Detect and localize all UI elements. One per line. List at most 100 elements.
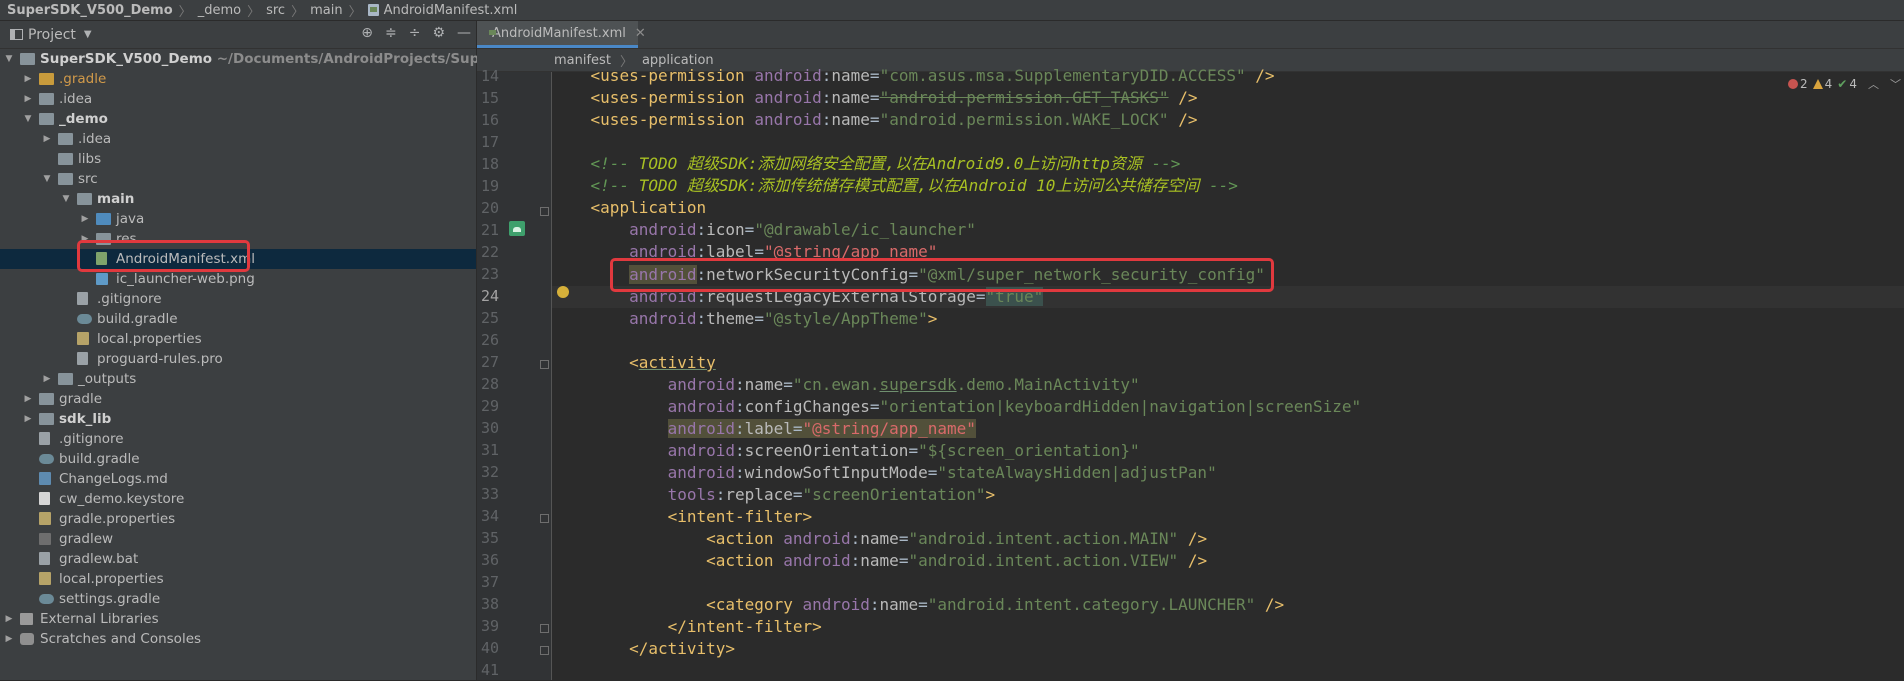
- tree-item[interactable]: build.gradle: [0, 309, 476, 329]
- warning-count[interactable]: 4: [1812, 77, 1832, 91]
- project-view-selector[interactable]: Project: [28, 27, 76, 43]
- chevron-right-icon[interactable]: ▶: [4, 609, 14, 629]
- lib-icon: [20, 613, 33, 625]
- line-number: 32: [480, 463, 499, 481]
- tree-item[interactable]: ic_launcher-web.png: [0, 269, 476, 289]
- tree-item[interactable]: gradlew: [0, 529, 476, 549]
- line-number: 40: [480, 639, 499, 657]
- line-number: 28: [480, 375, 499, 393]
- tree-item[interactable]: gradlew.bat: [0, 549, 476, 569]
- breadcrumb-item[interactable]: main: [310, 3, 342, 18]
- android-icon[interactable]: [509, 221, 525, 236]
- tree-item[interactable]: proguard-rules.pro: [0, 349, 476, 369]
- tree-item[interactable]: ▶ sdk_lib: [0, 409, 476, 429]
- code-line-36: <action android:name="android.intent.act…: [706, 551, 1208, 570]
- chevron-right-icon[interactable]: ▶: [80, 209, 90, 229]
- tree-item[interactable]: libs: [0, 149, 476, 169]
- tree-item[interactable]: settings.gradle: [0, 589, 476, 609]
- tree-item[interactable]: ▶ .idea: [0, 129, 476, 149]
- breadcrumb-item[interactable]: src: [266, 3, 285, 18]
- xml-attribute: icon: [706, 220, 745, 239]
- tree-item[interactable]: ▼ SuperSDK_V500_Demo ~/Documents/AndroidP…: [0, 49, 548, 69]
- code-line-27: <activity: [629, 353, 716, 372]
- chevron-right-icon[interactable]: ▶: [23, 69, 33, 89]
- xml-value: "stateAlwaysHidden|adjustPan": [937, 463, 1217, 482]
- tree-item[interactable]: ▶ .gradle: [0, 69, 476, 89]
- line-number: 39: [480, 617, 499, 635]
- line-number: 17: [480, 133, 499, 151]
- xml-value-segment: .demo.MainActivity": [956, 375, 1140, 394]
- tree-item[interactable]: cw_demo.keystore: [0, 489, 476, 509]
- chevron-right-icon[interactable]: ▶: [42, 129, 52, 149]
- chevron-right-icon[interactable]: ▶: [23, 89, 33, 109]
- tree-item[interactable]: local.properties: [0, 329, 476, 349]
- tree-item[interactable]: build.gradle: [0, 449, 476, 469]
- prop-icon: [39, 572, 51, 585]
- chevron-right-icon[interactable]: ▶: [23, 389, 33, 409]
- highlight-box: [77, 240, 250, 272]
- tree-item-label: .gitignore: [59, 431, 124, 447]
- weak-warning-count[interactable]: ✔ 4: [1837, 77, 1857, 91]
- xml-tag: uses-permission: [600, 88, 745, 107]
- chevron-down-icon[interactable]: ▼: [84, 29, 92, 40]
- tree-item[interactable]: ▼ src: [0, 169, 476, 189]
- line-number: 20: [480, 199, 499, 217]
- breadcrumb-item-file[interactable]: AndroidManifest.xml: [367, 3, 517, 18]
- prop-icon: [39, 512, 51, 525]
- file-icon: [39, 552, 50, 565]
- chevron-right-icon[interactable]: ▶: [23, 409, 33, 429]
- tree-item[interactable]: ▶ java: [0, 209, 476, 229]
- tree-item[interactable]: ▶ gradle: [0, 389, 476, 409]
- close-icon[interactable]: ✕: [635, 26, 646, 41]
- fold-icon[interactable]: [540, 624, 549, 633]
- fold-icon[interactable]: [540, 360, 549, 369]
- tree-item-label: java: [116, 211, 145, 227]
- tree-item-label: main: [97, 191, 135, 207]
- chevron-right-icon[interactable]: ▶: [4, 629, 14, 649]
- breadcrumb-item[interactable]: _demo: [198, 3, 241, 18]
- scratch-icon: [20, 633, 34, 645]
- chevron-down-icon[interactable]: ▼: [61, 189, 71, 209]
- hide-icon[interactable]: —: [457, 25, 471, 41]
- expand-all-icon[interactable]: ≑: [385, 25, 397, 41]
- tree-item-label: gradlew: [59, 531, 114, 547]
- tree-item[interactable]: .gitignore: [0, 429, 476, 449]
- fold-icon[interactable]: [540, 207, 549, 216]
- tree-item[interactable]: ChangeLogs.md: [0, 469, 476, 489]
- error-icon: [1788, 79, 1798, 89]
- tree-item[interactable]: local.properties: [0, 569, 476, 589]
- chevron-down-icon[interactable]: ▼: [23, 109, 33, 129]
- chevron-up-icon[interactable]: ︿: [1868, 76, 1879, 92]
- xml-namespace: android: [802, 595, 870, 614]
- xml-value: "@style/AppTheme": [763, 309, 928, 328]
- tree-item[interactable]: .gitignore: [0, 289, 476, 309]
- tree-item[interactable]: ▶ External Libraries: [0, 609, 476, 629]
- error-count[interactable]: 2: [1788, 77, 1808, 91]
- tree-item[interactable]: ▶ Scratches and Consoles: [0, 629, 476, 649]
- chevron-down-icon[interactable]: ▼: [4, 49, 14, 69]
- chevron-right-icon[interactable]: ▶: [42, 369, 52, 389]
- folder-m-icon: [77, 193, 92, 205]
- code-line-31: android:screenOrientation="${screen_orie…: [667, 441, 1140, 460]
- tree-item[interactable]: ▼ _demo: [0, 109, 476, 129]
- fold-icon[interactable]: [540, 646, 549, 655]
- xml-value: "com.asus.msa.SupplementaryDID.ACCESS": [879, 66, 1246, 85]
- xml-attribute: label: [744, 419, 793, 438]
- fold-icon[interactable]: [540, 514, 549, 523]
- tab-androidmanifest[interactable]: AndroidManifest.xml ✕: [477, 21, 646, 48]
- tree-item[interactable]: ▶ .idea: [0, 89, 476, 109]
- tree-item-label: .idea: [78, 131, 112, 147]
- tree-item[interactable]: ▶ _outputs: [0, 369, 476, 389]
- chevron-down-icon[interactable]: ▼: [42, 169, 52, 189]
- gear-icon[interactable]: ⚙: [432, 25, 445, 41]
- locate-icon[interactable]: ⊕: [361, 25, 373, 41]
- chevron-down-icon[interactable]: ﹀: [1890, 76, 1901, 92]
- tree-item[interactable]: ▼ main: [0, 189, 476, 209]
- folder-icon: [39, 393, 54, 405]
- breadcrumb-item[interactable]: SuperSDK_V500_Demo: [7, 3, 173, 18]
- collapse-all-icon[interactable]: ÷: [409, 25, 421, 41]
- tree-item[interactable]: gradle.properties: [0, 509, 476, 529]
- check-icon: ✔: [1837, 77, 1848, 91]
- inspection-widget[interactable]: 2 4 ✔ 4 ︿ ﹀: [1788, 76, 1901, 92]
- code-line-16: <uses-permission android:name="android.p…: [590, 110, 1198, 129]
